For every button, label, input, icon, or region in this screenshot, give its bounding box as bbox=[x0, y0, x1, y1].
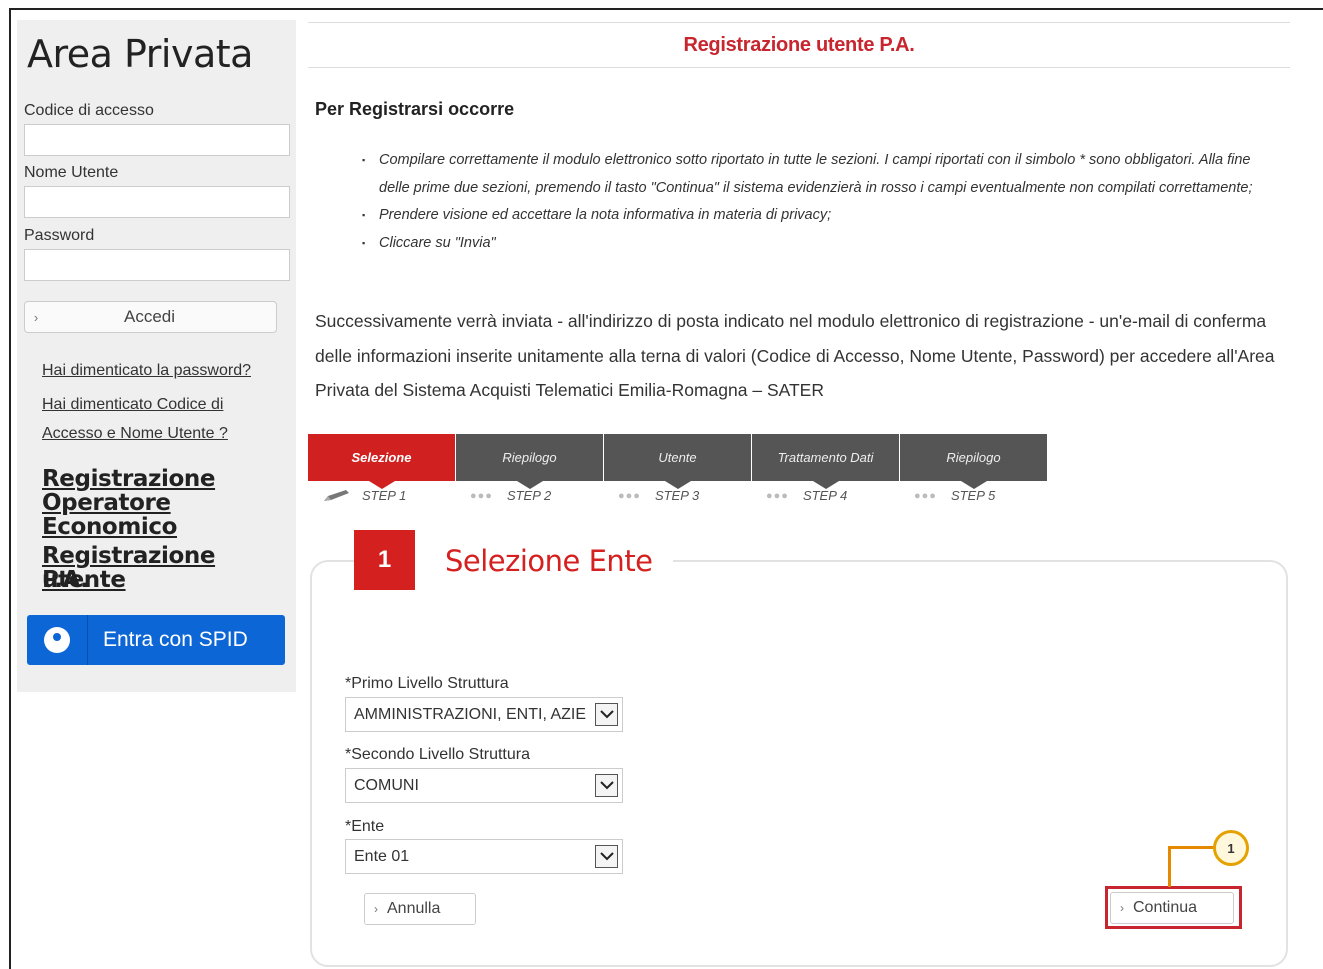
chevron-down-icon bbox=[595, 703, 618, 726]
instructions-heading: Per Registrarsi occorre bbox=[315, 99, 515, 119]
pencil-icon bbox=[324, 489, 349, 501]
step-2-label: STEP 2 bbox=[506, 488, 552, 503]
spid-button-label: Entra con SPID bbox=[103, 628, 248, 651]
first-level-value: AMMINISTRAZIONI, ENTI, AZIE bbox=[354, 706, 587, 723]
dots-icon: ●●● bbox=[914, 489, 937, 502]
step-3-indicator: ●●● STEP 3 bbox=[618, 488, 699, 503]
second-level-label: *Secondo Livello Struttura bbox=[345, 746, 530, 763]
first-level-label: *Primo Livello Struttura bbox=[345, 675, 509, 692]
step-tab-selezione: Selezione bbox=[308, 434, 455, 489]
spid-user-icon bbox=[27, 615, 88, 665]
chevron-down-icon bbox=[595, 845, 618, 868]
chevron-down-icon bbox=[595, 774, 618, 797]
instruction-item: Compilare correttamente il modulo elettr… bbox=[360, 147, 1280, 202]
step-5-label: STEP 5 bbox=[950, 488, 996, 503]
step-4-label: STEP 4 bbox=[802, 488, 848, 503]
first-level-select[interactable]: AMMINISTRAZIONI, ENTI, AZIE bbox=[345, 697, 623, 732]
chevron-right-icon: › bbox=[33, 309, 39, 325]
continue-highlight-box bbox=[1105, 886, 1242, 929]
username-input[interactable] bbox=[24, 186, 290, 218]
login-sidebar: Area Privata Codice di accesso Nome Uten… bbox=[17, 20, 296, 692]
step-1-label: STEP 1 bbox=[362, 488, 407, 503]
forgot-code-link-line1[interactable]: Hai dimenticato Codice di bbox=[42, 390, 223, 419]
step-4-indicator: ●●● STEP 4 bbox=[766, 488, 847, 503]
forgot-code-link-line2[interactable]: Accesso e Nome Utente ? bbox=[42, 419, 228, 448]
cancel-button-label: Annulla bbox=[387, 900, 441, 917]
register-operator-link-line1[interactable]: Registrazione bbox=[42, 467, 215, 491]
cancel-button[interactable]: › Annulla bbox=[364, 893, 476, 925]
step-tab-riepilogo: Riepilogo bbox=[456, 434, 603, 489]
section-title: Selezione Ente bbox=[445, 544, 653, 578]
register-pa-link-line2[interactable]: P.A. bbox=[42, 568, 89, 592]
step-1-indicator: STEP 1 bbox=[322, 488, 406, 503]
spid-login-button[interactable]: Entra con SPID bbox=[27, 615, 285, 665]
entity-label: *Ente bbox=[345, 818, 385, 835]
wizard-steps: Selezione Riepilogo Utente Trattamento D… bbox=[308, 434, 1048, 489]
instructions-list: Compilare correttamente il modulo elettr… bbox=[360, 147, 1280, 257]
login-button[interactable]: › Accedi bbox=[24, 301, 277, 333]
page-header: Registrazione utente P.A. bbox=[308, 22, 1290, 68]
dots-icon: ●●● bbox=[618, 489, 641, 502]
callout-badge: 1 bbox=[1213, 830, 1249, 866]
step-5-indicator: ●●● STEP 5 bbox=[914, 488, 995, 503]
second-level-value: COMUNI bbox=[354, 777, 419, 794]
instruction-item: Prendere visione ed accettare la nota in… bbox=[360, 202, 1280, 230]
dots-icon: ●●● bbox=[766, 489, 789, 502]
step-tab-trattamento-dati: Trattamento Dati bbox=[752, 434, 899, 489]
callout-connector bbox=[1168, 846, 1171, 887]
forgot-password-link[interactable]: Hai dimenticato la password? bbox=[42, 356, 251, 385]
chevron-right-icon: › bbox=[374, 902, 378, 916]
second-level-select[interactable]: COMUNI bbox=[345, 768, 623, 803]
sidebar-title: Area Privata bbox=[27, 32, 253, 76]
confirmation-paragraph: Successivamente verrà inviata - all'indi… bbox=[315, 311, 1275, 400]
entity-value: Ente 01 bbox=[354, 848, 410, 865]
step-2-indicator: ●●● STEP 2 bbox=[470, 488, 551, 503]
step-tab-riepilogo-final: Riepilogo bbox=[900, 434, 1047, 489]
password-input[interactable] bbox=[24, 249, 290, 281]
access-code-label: Codice di accesso bbox=[24, 102, 154, 119]
step-3-label: STEP 3 bbox=[654, 488, 700, 503]
dots-icon: ●●● bbox=[470, 489, 493, 502]
callout-connector bbox=[1168, 846, 1216, 849]
instruction-item: Cliccare su "Invia" bbox=[360, 230, 1280, 258]
section-number-badge: 1 bbox=[354, 530, 415, 590]
entity-select[interactable]: Ente 01 bbox=[345, 839, 623, 874]
step-tab-utente: Utente bbox=[604, 434, 751, 489]
access-code-input[interactable] bbox=[24, 124, 290, 156]
register-operator-link-line2[interactable]: Operatore Economico bbox=[42, 491, 296, 539]
login-button-label: Accedi bbox=[123, 307, 176, 326]
username-label: Nome Utente bbox=[24, 164, 119, 181]
password-label: Password bbox=[24, 227, 95, 244]
page-title: Registrazione utente P.A. bbox=[683, 34, 915, 56]
